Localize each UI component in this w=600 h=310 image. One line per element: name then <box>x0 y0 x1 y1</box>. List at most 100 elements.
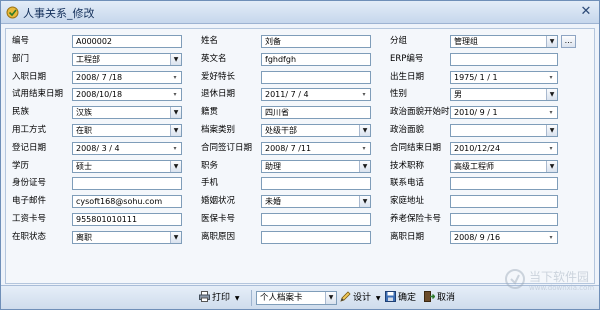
design-label: 设计 <box>353 293 372 303</box>
field-value: 2010/12/24 <box>454 144 501 153</box>
field-label: 入职日期 <box>12 72 47 82</box>
field-label: 在职状态 <box>12 232 47 242</box>
field-value: 2008/ 7 /18 <box>76 73 123 82</box>
form-panel <box>5 28 595 284</box>
text-field[interactable]: fghdfgh <box>261 53 371 66</box>
text-field[interactable]: cysoft168@sohu.com <box>72 195 182 208</box>
text-field[interactable]: 刘备 <box>261 35 371 48</box>
select-field[interactable]: 未婚 ▼ <box>261 195 371 208</box>
text-field[interactable]: 四川省 <box>261 106 371 119</box>
date-picker-icon[interactable]: ▾ <box>360 143 368 154</box>
text-field[interactable] <box>450 195 558 208</box>
select-field[interactable]: 硕士 ▼ <box>72 160 182 173</box>
text-field[interactable]: A000002 <box>72 35 182 48</box>
select-field[interactable]: 处级干部 ▼ <box>261 124 371 137</box>
date-field[interactable]: 2008/ 7 /18 ▾ <box>72 71 182 84</box>
chevron-down-icon[interactable]: ▼ <box>170 161 181 172</box>
print-dropdown-arrow[interactable]: ▼ <box>235 295 240 302</box>
select-field[interactable]: 高级工程师 ▼ <box>450 160 558 173</box>
text-field[interactable] <box>261 177 371 190</box>
date-field[interactable]: 1975/ 1 / 1 ▾ <box>450 71 558 84</box>
field-value: 处级干部 <box>265 126 297 135</box>
chevron-down-icon[interactable]: ▼ <box>170 54 181 65</box>
date-picker-icon[interactable]: ▾ <box>171 72 179 83</box>
text-field[interactable] <box>450 213 558 226</box>
text-field[interactable] <box>450 53 558 66</box>
date-picker-icon[interactable]: ▾ <box>547 143 555 154</box>
cancel-button[interactable]: 取消 <box>424 291 455 305</box>
close-icon[interactable]: ✕ <box>578 5 594 20</box>
chevron-down-icon[interactable]: ▼ <box>170 232 181 243</box>
field-label: 离职日期 <box>390 232 425 242</box>
cancel-icon <box>424 291 435 302</box>
design-button[interactable]: 设计 ▼ <box>340 291 381 305</box>
printer-icon <box>199 291 210 302</box>
group-browse-button[interactable]: ... <box>561 35 576 48</box>
chevron-down-icon[interactable]: ▼ <box>359 161 370 172</box>
field-value: 四川省 <box>265 108 289 117</box>
select-field[interactable]: 汉族 ▼ <box>72 106 182 119</box>
select-field[interactable]: 工程部 ▼ <box>72 53 182 66</box>
chevron-down-icon[interactable]: ▼ <box>359 196 370 207</box>
date-picker-icon[interactable]: ▾ <box>171 89 179 100</box>
watermark-url: www.downxia.com <box>529 284 595 292</box>
chevron-down-icon[interactable]: ▼ <box>546 125 557 136</box>
select-field[interactable]: 男 ▼ <box>450 88 558 101</box>
select-field[interactable]: 在职 ▼ <box>72 124 182 137</box>
template-select[interactable]: 个人档案卡 ▼ <box>256 291 337 305</box>
field-label: 学历 <box>12 161 30 171</box>
date-field[interactable]: 2008/ 9 /16 ▾ <box>450 231 558 244</box>
chevron-down-icon[interactable]: ▼ <box>325 292 336 304</box>
title-bar[interactable]: 人事关系_修改 ✕ <box>1 1 599 24</box>
select-field[interactable]: 管理组 ▼ <box>450 35 558 48</box>
chevron-down-icon[interactable]: ▼ <box>546 89 557 100</box>
confirm-icon <box>385 291 396 302</box>
field-value: 离职 <box>76 233 92 242</box>
field-label: 手机 <box>201 178 219 188</box>
field-value: A000002 <box>76 37 113 46</box>
field-label: 技术职称 <box>390 161 425 171</box>
select-field[interactable]: 助理 ▼ <box>261 160 371 173</box>
text-field[interactable] <box>261 231 371 244</box>
select-field[interactable]: 离职 ▼ <box>72 231 182 244</box>
text-field[interactable]: 955801010111 <box>72 213 182 226</box>
date-picker-icon[interactable]: ▾ <box>360 89 368 100</box>
field-label: 合同签订日期 <box>201 143 253 153</box>
field-label: 家庭地址 <box>390 196 425 206</box>
date-field[interactable]: 2010/12/24 ▾ <box>450 142 558 155</box>
date-field[interactable]: 2010/ 9 / 1 ▾ <box>450 106 558 119</box>
field-label: 籍贯 <box>201 107 219 117</box>
confirm-button[interactable]: 确定 <box>385 291 416 305</box>
date-field[interactable]: 2008/ 7 /11 ▾ <box>261 142 371 155</box>
select-field[interactable]: ▼ <box>450 124 558 137</box>
date-field[interactable]: 2011/ 7 / 4 ▾ <box>261 88 371 101</box>
field-value: 2011/ 7 / 4 <box>265 90 309 99</box>
field-label: 离职原因 <box>201 232 236 242</box>
chevron-down-icon[interactable]: ▼ <box>359 125 370 136</box>
field-label: 用工方式 <box>12 125 47 135</box>
field-label: 联系电话 <box>390 178 425 188</box>
date-picker-icon[interactable]: ▾ <box>547 232 555 243</box>
field-value: cysoft168@sohu.com <box>76 197 163 206</box>
date-picker-icon[interactable]: ▾ <box>547 107 555 118</box>
date-field[interactable]: 2008/ 3 / 4 ▾ <box>72 142 182 155</box>
design-dropdown-arrow[interactable]: ▼ <box>376 295 381 302</box>
chevron-down-icon[interactable]: ▼ <box>170 125 181 136</box>
text-field[interactable] <box>261 213 371 226</box>
print-button[interactable]: 打印 ▼ <box>199 291 240 305</box>
text-field[interactable] <box>72 177 182 190</box>
chevron-down-icon[interactable]: ▼ <box>546 161 557 172</box>
text-field[interactable] <box>261 71 371 84</box>
date-picker-icon[interactable]: ▾ <box>547 72 555 83</box>
text-field[interactable] <box>450 177 558 190</box>
field-label: 性别 <box>390 89 408 99</box>
field-label: 电子邮件 <box>12 196 47 206</box>
chevron-down-icon[interactable]: ▼ <box>546 36 557 47</box>
date-field[interactable]: 2008/10/18 ▾ <box>72 88 182 101</box>
field-label: 姓名 <box>201 36 219 46</box>
field-label: 职务 <box>201 161 219 171</box>
date-picker-icon[interactable]: ▾ <box>171 143 179 154</box>
chevron-down-icon[interactable]: ▼ <box>170 107 181 118</box>
confirm-label: 确定 <box>398 293 417 303</box>
field-value: 汉族 <box>76 108 92 117</box>
